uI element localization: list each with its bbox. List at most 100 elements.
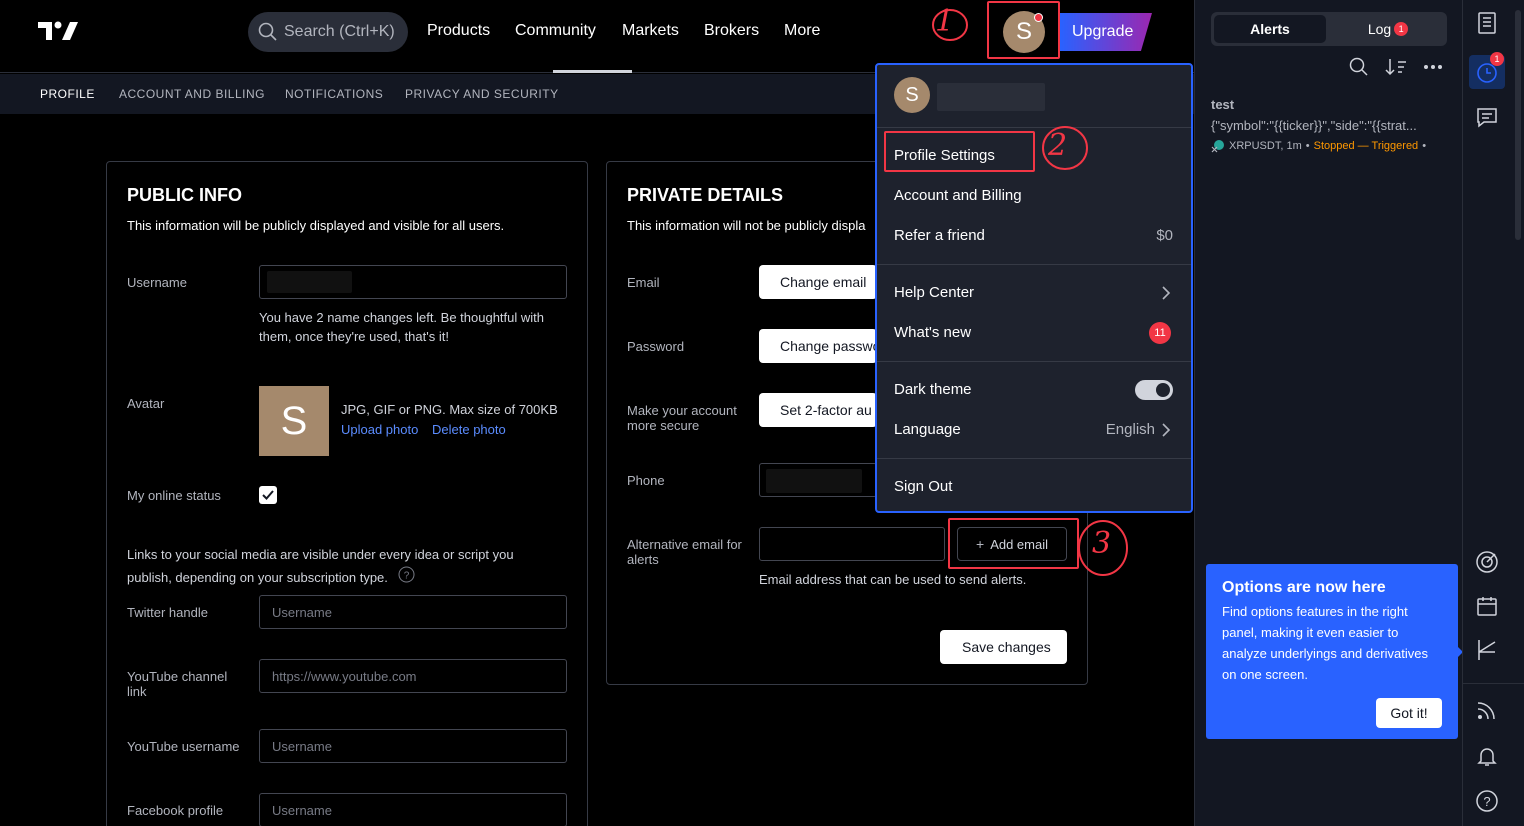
alert-title[interactable]: test [1211, 97, 1234, 112]
toolbar-divider [1463, 683, 1524, 684]
dropdown-divider [877, 127, 1191, 128]
menu-dark-theme[interactable]: Dark theme [894, 381, 972, 398]
tab-log[interactable]: Log 1 [1333, 15, 1443, 43]
email-label: Email [627, 275, 660, 290]
search-input[interactable]: Search (Ctrl+K) [248, 12, 408, 52]
search-placeholder: Search (Ctrl+K) [284, 23, 395, 40]
search-icon [258, 22, 277, 41]
online-status-label: My online status [127, 488, 221, 503]
chevron-right-icon [1162, 286, 1171, 300]
options-tooltip: Options are now here Find options featur… [1206, 564, 1458, 739]
alt-email-note: Email address that can be used to send a… [759, 572, 1027, 587]
sort-icon[interactable] [1385, 57, 1407, 77]
facebook-input[interactable]: Username [259, 793, 567, 826]
dot-separator-icon: • [1422, 140, 1427, 152]
public-info-title: PUBLIC INFO [127, 185, 242, 206]
svg-text:?: ? [404, 571, 410, 582]
dropdown-divider [877, 361, 1191, 362]
tab-log-label: Log [1367, 21, 1392, 37]
annotation-box-add-email [948, 518, 1079, 569]
menu-refer-friend[interactable]: Refer a friend [894, 227, 985, 244]
annotation-circle-1 [932, 9, 968, 41]
alert-status: Stopped — Triggered [1313, 140, 1419, 152]
menu-account-billing[interactable]: Account and Billing [894, 187, 1022, 204]
options-icon[interactable] [1473, 636, 1501, 664]
nav-community[interactable]: Community [515, 22, 596, 40]
alert-message: {"symbol":"{{ticker}}","side":"{{strat..… [1211, 118, 1417, 133]
menu-whats-new[interactable]: What's new [894, 324, 971, 341]
nav-more[interactable]: More [784, 22, 820, 40]
menu-language[interactable]: Language [894, 421, 961, 438]
calendar-icon[interactable] [1473, 592, 1501, 620]
youtube-username-label: YouTube username [127, 739, 240, 754]
annotation-box-avatar [987, 1, 1060, 59]
redacted-name [937, 83, 1045, 111]
alerts-badge: 1 [1490, 52, 1504, 66]
nav-markets[interactable]: Markets [622, 22, 679, 40]
save-changes-button[interactable]: Save changes [940, 630, 1067, 664]
tooltip-title: Options are now here [1222, 579, 1386, 596]
twitter-input[interactable]: Username [259, 595, 567, 629]
upgrade-button[interactable]: Upgrade [1060, 13, 1152, 51]
avatar-label: Avatar [127, 396, 165, 411]
more-options-icon[interactable] [1423, 62, 1443, 72]
username-note: You have 2 name changes left. Be thought… [259, 310, 544, 344]
facebook-label: Facebook profile [127, 803, 224, 818]
whats-new-badge: 11 [1149, 322, 1171, 344]
alt-email-input[interactable] [759, 527, 945, 561]
online-status-checkbox[interactable] [259, 486, 277, 504]
youtube-username-input[interactable]: Username [259, 729, 567, 763]
alert-symbol: XRPUSDT, 1m [1229, 140, 1302, 152]
dropdown-avatar: S [894, 77, 930, 113]
help-icon[interactable]: ? [398, 566, 415, 583]
nav-products[interactable]: Products [427, 22, 490, 40]
panel-scrollbar[interactable] [1515, 10, 1521, 240]
chat-icon[interactable] [1473, 103, 1501, 131]
private-details-title: PRIVATE DETAILS [627, 185, 784, 206]
menu-sign-out[interactable]: Sign Out [894, 478, 952, 495]
page: Search (Ctrl+K) Products Community Marke… [0, 0, 1524, 826]
dot-separator-icon: • [1305, 140, 1310, 152]
redacted-phone [766, 469, 862, 493]
tradingview-logo[interactable] [38, 20, 78, 42]
tab-notifications[interactable]: NOTIFICATIONS [285, 87, 383, 101]
dropdown-divider [877, 458, 1191, 459]
upload-photo-link[interactable]: Upload photo [341, 420, 418, 439]
refer-value: $0 [1156, 227, 1173, 244]
annotation-circle-2 [1042, 126, 1088, 170]
nav-active-indicator [553, 70, 632, 73]
notifications-bell-icon[interactable] [1473, 742, 1501, 770]
secure-account-label: Make your account more secure [627, 403, 737, 433]
username-label: Username [127, 275, 187, 290]
change-password-button[interactable]: Change passwo [759, 329, 877, 363]
change-email-button[interactable]: Change email [759, 265, 877, 299]
annotation-box-profile-settings [884, 131, 1035, 172]
tab-profile[interactable]: PROFILE [40, 87, 95, 101]
got-it-button[interactable]: Got it! [1376, 698, 1442, 728]
chevron-right-icon [1162, 423, 1171, 437]
alt-email-label: Alternative email for alerts [627, 537, 742, 567]
redacted-username [267, 271, 352, 293]
dropdown-divider [877, 264, 1191, 265]
password-label: Password [627, 339, 685, 354]
tab-privacy-security[interactable]: PRIVACY AND SECURITY [405, 87, 559, 101]
two-factor-button[interactable]: Set 2-factor au [759, 393, 877, 427]
public-info-description: This information will be publicly displa… [127, 218, 505, 233]
menu-help-center[interactable]: Help Center [894, 284, 974, 301]
target-icon[interactable] [1473, 548, 1501, 576]
avatar-hint: JPG, GIF or PNG. Max size of 700KB [341, 402, 558, 417]
watchlist-icon[interactable] [1473, 9, 1501, 37]
news-feed-icon[interactable] [1473, 696, 1501, 724]
youtube-channel-input[interactable]: https://www.youtube.com [259, 659, 567, 693]
delete-photo-link[interactable]: Delete photo [432, 420, 506, 439]
search-icon[interactable] [1349, 57, 1369, 77]
xrp-icon [1211, 140, 1224, 153]
tab-alerts[interactable]: Alerts [1214, 15, 1326, 43]
help-circle-icon[interactable]: ? [1473, 787, 1501, 815]
social-note: Links to your social media are visible u… [127, 547, 514, 585]
nav-brokers[interactable]: Brokers [704, 22, 759, 40]
dark-theme-toggle[interactable] [1135, 380, 1173, 400]
private-details-description: This information will not be publicly di… [627, 218, 866, 233]
avatar-preview: S [259, 386, 329, 456]
tab-account-billing[interactable]: ACCOUNT AND BILLING [119, 87, 265, 101]
